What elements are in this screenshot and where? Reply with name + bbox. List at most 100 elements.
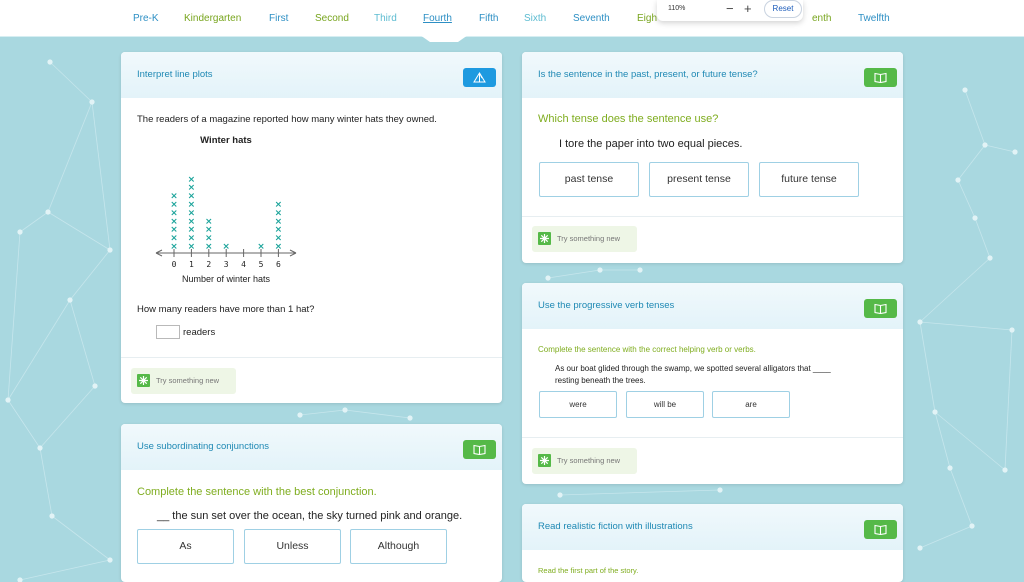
- bg-network-line: [49, 61, 93, 103]
- grade-link-first[interactable]: First: [269, 13, 288, 24]
- bg-network-line: [51, 515, 111, 561]
- card-title[interactable]: Is the sentence in the past, present, or…: [538, 69, 758, 80]
- card-progressive-verb-tenses: Use the progressive verb tenses Complete…: [522, 283, 903, 484]
- question-text: How many readers have more than 1 hat?: [137, 304, 315, 315]
- bg-network-node: [969, 523, 975, 529]
- bg-network-node: [972, 215, 978, 221]
- card-title[interactable]: Use the progressive verb tenses: [538, 300, 674, 311]
- try-label: Try something new: [557, 456, 621, 465]
- choice-present-tense[interactable]: present tense: [649, 162, 749, 197]
- try-something-new-button[interactable]: Try something new: [532, 448, 637, 474]
- grade-link-seventh[interactable]: Seventh: [573, 13, 610, 24]
- bg-network-line: [7, 231, 21, 401]
- data-mark-0-7: ×: [170, 192, 178, 202]
- bg-network-line: [949, 467, 973, 527]
- grade-link-sixth[interactable]: Sixth: [524, 13, 546, 24]
- bg-network-line: [7, 299, 71, 401]
- choice-past-tense[interactable]: past tense: [539, 162, 639, 197]
- bg-network-node: [92, 383, 98, 389]
- card-title[interactable]: Read realistic fiction with illustration…: [538, 521, 693, 532]
- grade-link-pre-k[interactable]: Pre-K: [133, 13, 159, 24]
- book-icon[interactable]: [463, 440, 496, 459]
- card-sentence-tense: Is the sentence in the past, present, or…: [522, 52, 903, 263]
- try-something-new-button[interactable]: Try something new: [131, 368, 236, 394]
- card-title[interactable]: Interpret line plots: [137, 69, 213, 80]
- try-label: Try something new: [557, 234, 621, 243]
- divider: [522, 216, 903, 217]
- grade-link-fourth[interactable]: Fourth: [423, 13, 452, 24]
- line-plot-chart: Winter hats ××××××××××××××××××××× × ××××××…: [155, 135, 297, 284]
- bg-network-line: [957, 144, 986, 181]
- bg-network-line: [919, 321, 1013, 331]
- x-tick-label-3: 3: [224, 260, 229, 269]
- card-subordinating-conjunctions: Use subordinating conjunctions Complete …: [121, 424, 502, 582]
- answer-input[interactable]: [156, 325, 180, 339]
- bg-network-line: [69, 249, 111, 301]
- choice-future-tense[interactable]: future tense: [759, 162, 859, 197]
- bg-network-node: [962, 87, 968, 93]
- x-tick-label-1: 1: [189, 260, 194, 269]
- x-tick-label-2: 2: [206, 260, 211, 269]
- grade-link-eighth[interactable]: Eigh: [637, 13, 657, 24]
- bg-network-node: [17, 229, 23, 235]
- bg-network-node: [982, 142, 988, 148]
- bg-network-node: [49, 513, 55, 519]
- x-tick-label-0: 0: [172, 260, 177, 269]
- choice-were[interactable]: were: [539, 391, 617, 418]
- grade-link-third[interactable]: Third: [374, 13, 397, 24]
- bg-network-node: [1002, 467, 1008, 473]
- x-axis-label: Number of winter hats: [182, 274, 271, 284]
- choice-although[interactable]: Although: [350, 529, 447, 564]
- bg-network-node: [342, 407, 348, 413]
- zoom-out-button[interactable]: −: [726, 1, 734, 17]
- sentence-line-2: resting beneath the trees.: [555, 376, 646, 385]
- bg-network-node: [955, 177, 961, 183]
- bg-network-line: [7, 399, 41, 449]
- book-icon[interactable]: [864, 299, 897, 318]
- choice-as[interactable]: As: [137, 529, 234, 564]
- bg-network-line: [957, 179, 976, 219]
- choice-will-be[interactable]: will be: [626, 391, 704, 418]
- card-header: Use the progressive verb tenses: [522, 283, 903, 329]
- card-realistic-fiction: Read realistic fiction with illustration…: [522, 504, 903, 582]
- zoom-in-button[interactable]: +: [744, 1, 752, 17]
- zoom-level: 110%: [668, 5, 686, 12]
- card-header: Is the sentence in the past, present, or…: [522, 52, 903, 98]
- bg-network-node: [932, 409, 938, 415]
- x-tick-label-5: 5: [259, 260, 264, 269]
- grade-link-fifth[interactable]: Fifth: [479, 13, 498, 24]
- grade-link-twelfth[interactable]: Twelfth: [858, 13, 890, 24]
- question-prompt: Complete the sentence with the correct h…: [538, 345, 756, 354]
- x-tick-label-4: 4: [241, 260, 246, 269]
- question-prompt: Complete the sentence with the best conj…: [137, 486, 377, 498]
- try-something-new-button[interactable]: Try something new: [532, 226, 637, 252]
- bg-network-node: [297, 412, 303, 418]
- bg-network-node: [597, 267, 603, 273]
- grade-link-second[interactable]: Second: [315, 13, 349, 24]
- card-title[interactable]: Use subordinating conjunctions: [137, 441, 269, 452]
- bg-network-line: [19, 559, 111, 581]
- bg-network-line: [919, 257, 991, 323]
- zoom-reset-button[interactable]: Reset: [764, 0, 802, 18]
- grade-link-eleventh[interactable]: enth: [812, 13, 831, 24]
- bg-network-line: [47, 101, 93, 213]
- bg-network-node: [1012, 149, 1018, 155]
- bg-network-node: [637, 267, 643, 273]
- bg-network-node: [987, 255, 993, 261]
- bg-network-node: [407, 415, 413, 421]
- pyramid-icon[interactable]: [463, 68, 496, 87]
- bg-network-node: [67, 297, 73, 303]
- book-icon[interactable]: [864, 520, 897, 539]
- sentence-line-1: As our boat glided through the swamp, we…: [555, 364, 831, 373]
- card-interpret-line-plots: Interpret line plots The readers of a ma…: [121, 52, 502, 403]
- bg-network-node: [545, 275, 551, 281]
- choice-unless[interactable]: Unless: [244, 529, 341, 564]
- bg-network-line: [299, 409, 346, 416]
- bg-network-node: [47, 59, 53, 65]
- sparkle-icon: [538, 454, 551, 467]
- bg-network-node: [37, 445, 43, 451]
- question-prompt: Which tense does the sentence use?: [538, 113, 719, 125]
- grade-link-kindergarten[interactable]: Kindergarten: [184, 13, 241, 24]
- book-icon[interactable]: [864, 68, 897, 87]
- choice-are[interactable]: are: [712, 391, 790, 418]
